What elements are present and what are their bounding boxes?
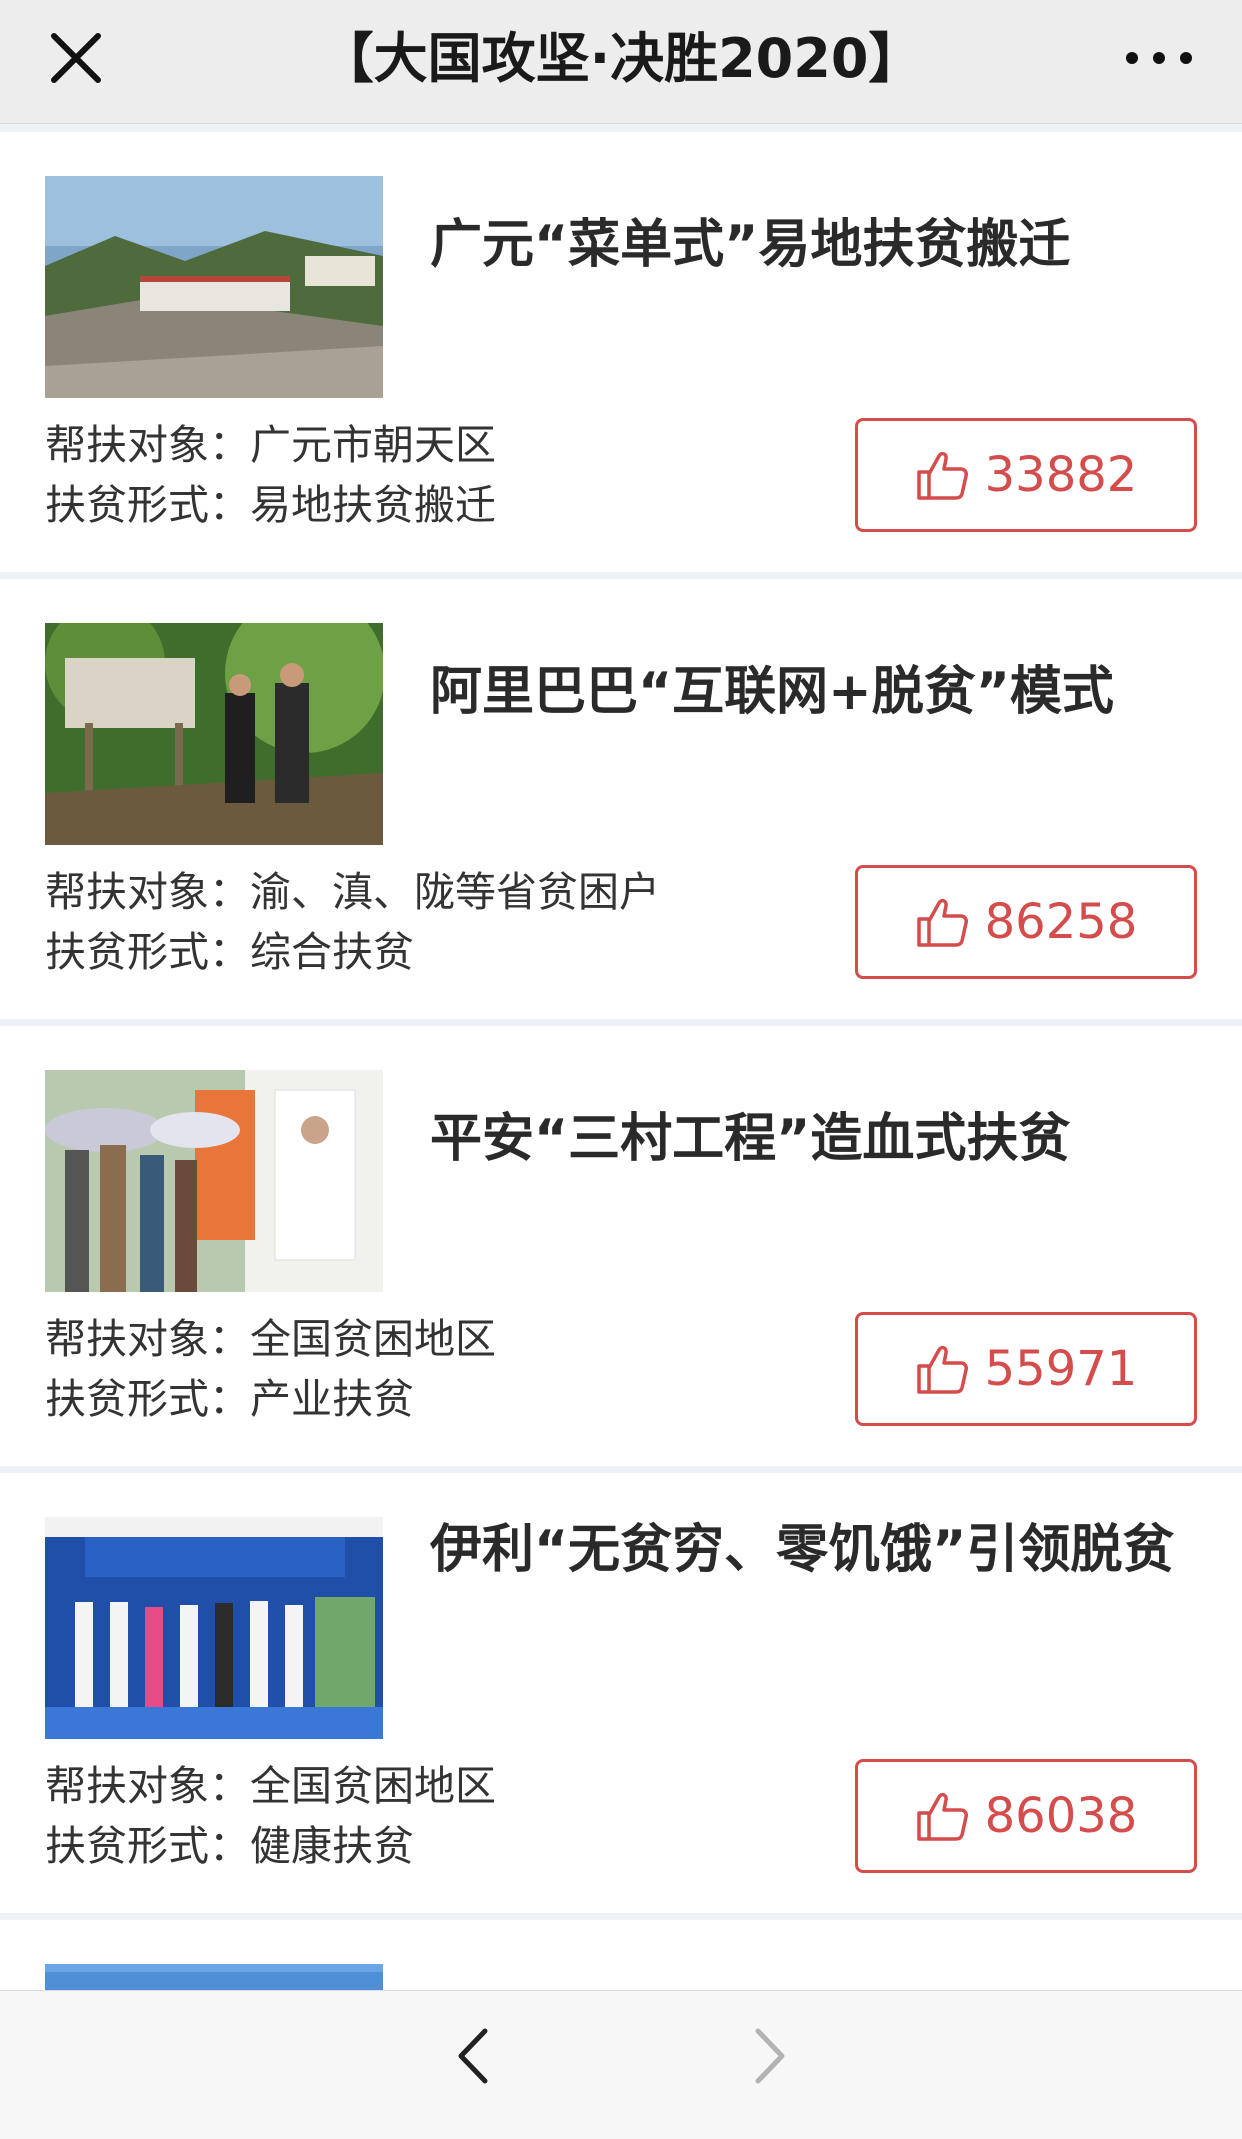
project-thumbnail: [45, 623, 383, 845]
like-button[interactable]: 55971: [855, 1312, 1197, 1426]
form-value: 健康扶贫: [250, 1822, 414, 1870]
target-value: 渝、滇、陇等省贫困户: [250, 868, 660, 916]
like-count: 33882: [984, 447, 1138, 503]
card-meta: 帮扶对象：广元市朝天区 扶贫形式：易地扶贫搬迁: [45, 415, 496, 535]
project-thumbnail: [45, 1517, 383, 1739]
more-button[interactable]: [1116, 32, 1202, 84]
card-title: 伊利“无贫穷、零饥饿”引领脱贫: [430, 1520, 1175, 1580]
form-value: 易地扶贫搬迁: [250, 481, 496, 529]
card-meta: 帮扶对象：全国贫困地区 扶贫形式：产业扶贫: [45, 1309, 496, 1429]
project-thumbnail: [45, 1964, 383, 1990]
top-bar: 【大国攻坚·决胜2020】: [0, 0, 1242, 124]
target-row: 帮扶对象：全国贫困地区: [45, 1756, 496, 1816]
chevron-right-icon: [755, 2028, 785, 2084]
card-title: 平安“三村工程”造血式扶贫: [430, 1109, 1071, 1169]
target-row: 帮扶对象：全国贫困地区: [45, 1309, 496, 1369]
like-count: 55971: [984, 1341, 1138, 1397]
form-value: 综合扶贫: [250, 928, 414, 976]
form-label: 扶贫形式：: [45, 1822, 250, 1870]
thumbs-up-icon: [916, 898, 968, 947]
thumbs-up-icon: [916, 1792, 968, 1841]
like-button[interactable]: 33882: [855, 418, 1197, 532]
project-card[interactable]: 平安“三村工程”造血式扶贫 帮扶对象：全国贫困地区 扶贫形式：产业扶贫 5597…: [0, 1026, 1242, 1466]
target-value: 广元市朝天区: [250, 421, 496, 469]
like-count: 86258: [984, 894, 1138, 950]
target-row: 帮扶对象：渝、滇、陇等省贫困户: [45, 862, 660, 922]
form-row: 扶贫形式：健康扶贫: [45, 1816, 496, 1876]
card-meta: 帮扶对象：渝、滇、陇等省贫困户 扶贫形式：综合扶贫: [45, 862, 660, 982]
form-label: 扶贫形式：: [45, 481, 250, 529]
thumbs-up-icon: [916, 451, 968, 500]
target-label: 帮扶对象：: [45, 421, 250, 469]
page-title: 【大国攻坚·决胜2020】: [319, 27, 923, 90]
project-thumbnail: [45, 1070, 383, 1292]
close-icon: [51, 33, 101, 83]
forward-button: [744, 2025, 796, 2087]
back-button[interactable]: [447, 2025, 499, 2087]
target-label: 帮扶对象：: [45, 1762, 250, 1810]
thumbs-up-icon: [916, 1345, 968, 1394]
form-row: 扶贫形式：产业扶贫: [45, 1369, 496, 1429]
like-button[interactable]: 86038: [855, 1759, 1197, 1873]
card-title: 阿里巴巴“互联网+脱贫”模式: [430, 662, 1114, 722]
project-card[interactable]: [0, 1920, 1242, 1990]
form-row: 扶贫形式：易地扶贫搬迁: [45, 475, 496, 535]
form-label: 扶贫形式：: [45, 928, 250, 976]
form-label: 扶贫形式：: [45, 1375, 250, 1423]
card-title: 广元“菜单式”易地扶贫搬迁: [430, 215, 1071, 275]
form-value: 产业扶贫: [250, 1375, 414, 1423]
project-card[interactable]: 阿里巴巴“互联网+脱贫”模式 帮扶对象：渝、滇、陇等省贫困户 扶贫形式：综合扶贫…: [0, 579, 1242, 1019]
close-button[interactable]: [44, 26, 108, 90]
like-button[interactable]: 86258: [855, 865, 1197, 979]
target-row: 帮扶对象：广元市朝天区: [45, 415, 496, 475]
project-thumbnail: [45, 176, 383, 398]
target-label: 帮扶对象：: [45, 1315, 250, 1363]
project-card[interactable]: 伊利“无贫穷、零饥饿”引领脱贫 帮扶对象：全国贫困地区 扶贫形式：健康扶贫 86…: [0, 1473, 1242, 1913]
like-count: 86038: [984, 1788, 1138, 1844]
card-meta: 帮扶对象：全国贫困地区 扶贫形式：健康扶贫: [45, 1756, 496, 1876]
bottom-nav-bar: [0, 1990, 1242, 2139]
chevron-left-icon: [458, 2028, 488, 2084]
more-icon: [1126, 52, 1192, 64]
form-row: 扶贫形式：综合扶贫: [45, 922, 660, 982]
target-value: 全国贫困地区: [250, 1762, 496, 1810]
target-value: 全国贫困地区: [250, 1315, 496, 1363]
target-label: 帮扶对象：: [45, 868, 250, 916]
project-card[interactable]: 广元“菜单式”易地扶贫搬迁 帮扶对象：广元市朝天区 扶贫形式：易地扶贫搬迁 33…: [0, 132, 1242, 572]
